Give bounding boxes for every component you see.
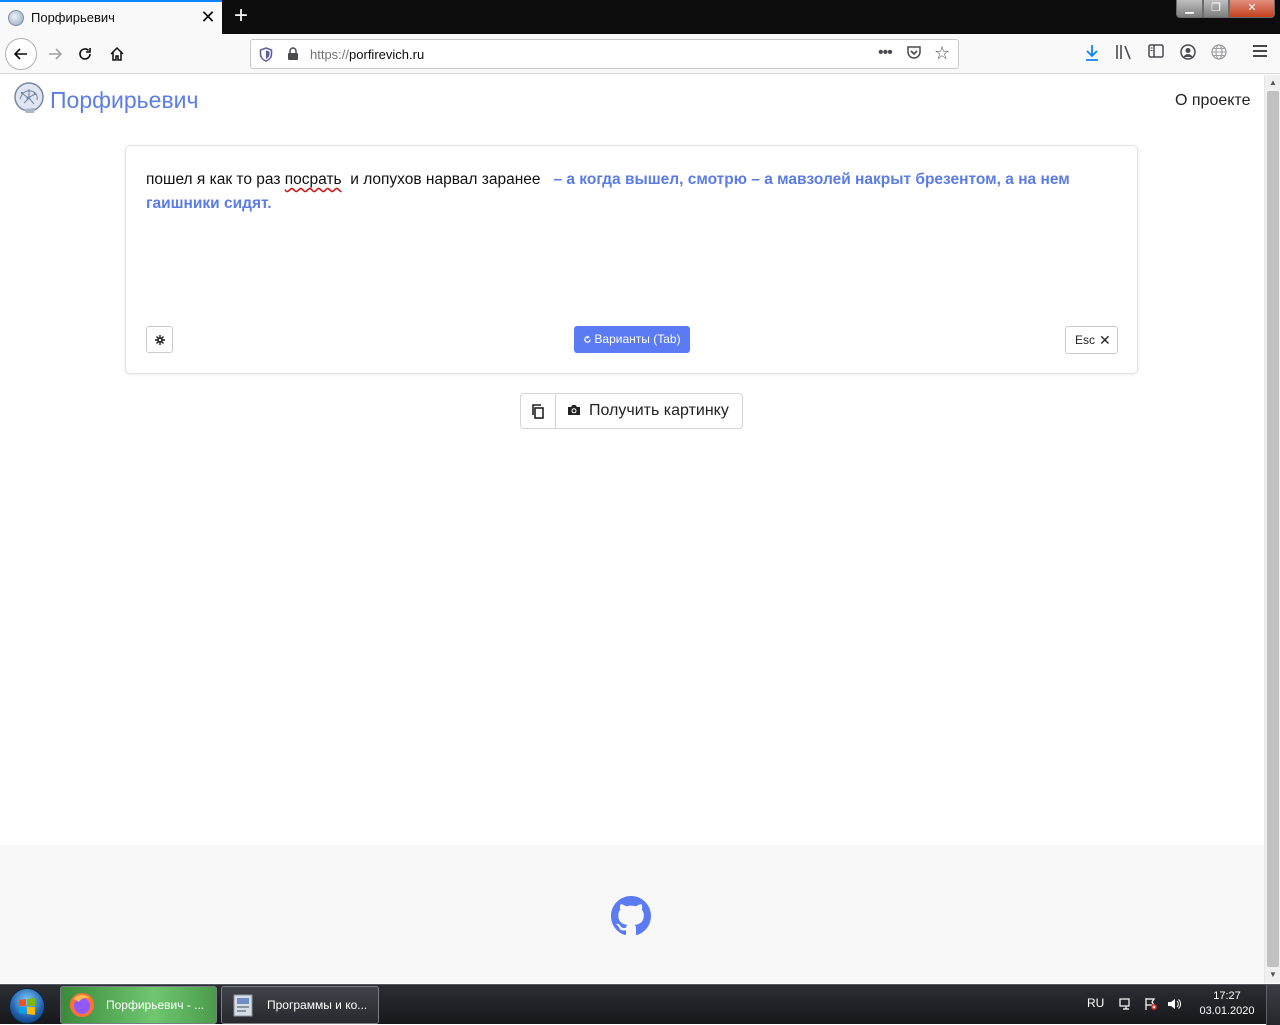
taskbar: Порфирьевич - ... Программы и ко... RU 1… — [0, 984, 1280, 1025]
taskbar-item-label: Программы и ко... — [267, 998, 368, 1012]
tab-strip: Порфирьевич ✕ + ▁ ❐ ✕ — [0, 0, 1280, 34]
library-icon[interactable] — [1113, 44, 1135, 64]
home-icon — [110, 46, 124, 61]
reload-button[interactable] — [70, 39, 100, 69]
language-indicator[interactable]: RU — [1087, 996, 1104, 1010]
sidebar-icon[interactable] — [1145, 44, 1167, 64]
globe-icon[interactable] — [1208, 44, 1230, 64]
tab-title: Порфирьевич — [31, 10, 115, 25]
variants-button[interactable]: Варианты (Tab) — [574, 326, 690, 353]
close-icon: ✕ — [1099, 332, 1111, 348]
escape-label: Esc — [1075, 333, 1096, 347]
new-tab-button[interactable]: + — [228, 3, 254, 29]
window-minimize-button[interactable]: ▁ — [1176, 0, 1203, 18]
nav-about-link[interactable]: О проекте — [1175, 92, 1250, 110]
browser-tab[interactable]: Порфирьевич ✕ — [0, 0, 222, 34]
copy-button[interactable] — [520, 393, 556, 429]
start-button[interactable] — [3, 986, 51, 1024]
lock-icon[interactable] — [287, 47, 299, 64]
refresh-icon — [584, 335, 592, 343]
vertical-scrollbar[interactable]: ▲ ▼ — [1264, 75, 1280, 983]
forward-button[interactable] — [40, 39, 70, 69]
scroll-up-arrow-icon[interactable]: ▲ — [1265, 75, 1280, 91]
tab-close-icon[interactable]: ✕ — [198, 7, 218, 27]
get-picture-button[interactable]: Получить картинку — [556, 393, 743, 429]
taskbar-item-label: Порфирьевич - ... — [106, 998, 205, 1012]
page-content: Порфирьевич О проекте пошел я как то раз… — [0, 75, 1264, 983]
shield-icon[interactable] — [259, 47, 273, 62]
copy-icon — [532, 404, 544, 419]
get-picture-label: Получить картинку — [589, 402, 729, 419]
bookmark-star-icon[interactable]: ☆ — [934, 43, 950, 64]
network-icon[interactable] — [1118, 997, 1134, 1013]
clock-time: 17:27 — [1213, 990, 1241, 1002]
menu-icon[interactable] — [1249, 44, 1271, 64]
scroll-thumb[interactable] — [1267, 91, 1279, 967]
editor-card: пошел я как то раз посрать и лопухов нар… — [125, 145, 1138, 374]
system-clock[interactable]: 17:27 03.01.2020 — [1196, 989, 1258, 1019]
misspelled-word: посрать — [284, 171, 342, 188]
address-bar[interactable]: https://porfirevich.ru ••• ☆ — [250, 39, 959, 69]
action-center-flag-icon[interactable] — [1143, 997, 1159, 1013]
forward-icon — [49, 48, 63, 60]
window-maximize-button[interactable]: ❐ — [1203, 0, 1229, 18]
camera-icon — [568, 405, 580, 415]
back-button[interactable] — [5, 38, 37, 70]
escape-button[interactable]: Esc ✕ — [1065, 326, 1118, 354]
home-button[interactable] — [102, 39, 132, 69]
show-desktop-button[interactable] — [1266, 985, 1280, 1025]
navigation-toolbar: https://porfirevich.ru ••• ☆ — [0, 34, 1280, 74]
settings-button[interactable] — [146, 326, 173, 353]
reload-icon — [79, 48, 91, 60]
variants-label: Варианты (Tab) — [594, 332, 681, 346]
download-icon[interactable] — [1081, 44, 1103, 64]
taskbar-item-firefox[interactable]: Порфирьевич - ... — [60, 986, 217, 1024]
window-close-button[interactable]: ✕ — [1229, 0, 1275, 18]
control-panel-icon — [233, 994, 253, 1017]
scroll-down-arrow-icon[interactable]: ▼ — [1265, 967, 1280, 983]
user-text: пошел я как то раз — [146, 171, 285, 188]
brand-title[interactable]: Порфирьевич — [50, 87, 199, 114]
brain-logo-icon[interactable] — [12, 81, 46, 115]
taskbar-item-programs[interactable]: Программы и ко... — [221, 986, 379, 1024]
firefox-icon — [70, 993, 94, 1017]
volume-icon[interactable] — [1166, 997, 1182, 1013]
github-icon[interactable] — [611, 896, 651, 936]
clock-date: 03.01.2020 — [1199, 1005, 1255, 1017]
page-actions-icon[interactable]: ••• — [878, 44, 893, 62]
site-favicon-icon — [8, 10, 24, 26]
user-text-continued: и лопухов нарвал заранее — [341, 171, 550, 188]
text-editor[interactable]: пошел я как то раз посрать и лопухов нар… — [146, 168, 1118, 216]
windows-logo-icon — [19, 998, 35, 1015]
account-icon[interactable] — [1177, 44, 1199, 64]
back-icon — [13, 48, 27, 60]
gear-icon — [154, 335, 165, 345]
url-text[interactable]: https://porfirevich.ru — [310, 47, 424, 62]
page-footer — [0, 845, 1264, 983]
pocket-icon[interactable] — [906, 45, 922, 64]
